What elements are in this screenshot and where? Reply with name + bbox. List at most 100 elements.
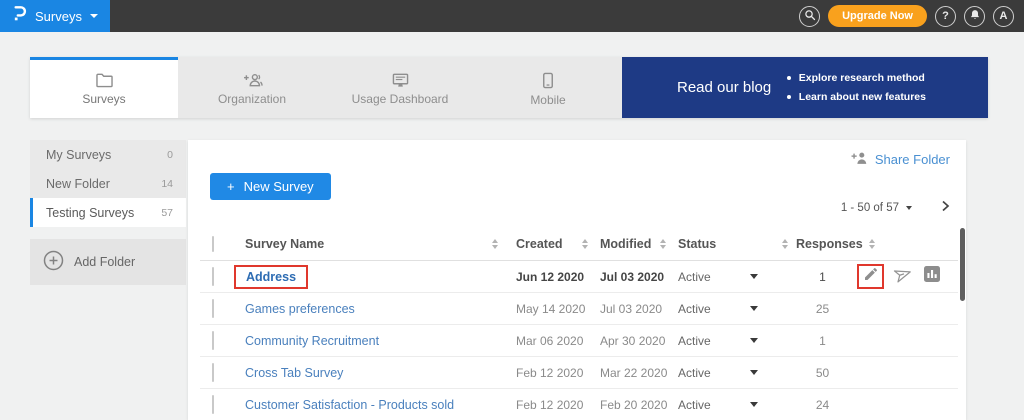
avatar: A: [1000, 10, 1008, 22]
modified-date: Jul 03 2020: [592, 302, 672, 316]
folder-label: My Surveys: [46, 148, 111, 162]
blog-banner[interactable]: Read our blog Explore research method Le…: [622, 57, 988, 118]
share-folder-button[interactable]: Share Folder: [850, 151, 950, 168]
responses-count: 25: [790, 302, 855, 316]
status-dropdown-caret[interactable]: [750, 306, 758, 311]
table-row: Community Recruitment Mar 06 2020 Apr 30…: [200, 325, 958, 357]
logo-p-icon: [12, 4, 27, 28]
created-date: Jun 12 2020: [508, 270, 592, 284]
bullet-dot-icon: [787, 95, 791, 99]
sort-icon: [582, 239, 588, 249]
survey-name-link[interactable]: Address: [246, 270, 296, 284]
new-survey-button[interactable]: + New Survey: [210, 173, 331, 200]
column-header-modified[interactable]: Modified: [592, 237, 672, 251]
sort-icon: [869, 239, 875, 249]
reports-button[interactable]: [924, 269, 940, 285]
row-checkbox[interactable]: [212, 395, 214, 414]
sidebar-item-my-surveys[interactable]: My Surveys 0: [30, 140, 186, 169]
plus-circle-icon: [43, 250, 64, 274]
status-dropdown-caret[interactable]: [750, 338, 758, 343]
banner-bullet-list: Explore research method Learn about new …: [787, 72, 926, 103]
table-row: Customer Satisfaction - Products sold Fe…: [200, 389, 958, 420]
column-header-status[interactable]: Status: [672, 237, 790, 251]
add-folder-label: Add Folder: [74, 255, 135, 269]
survey-name-link[interactable]: Games preferences: [245, 302, 355, 316]
status-dropdown-caret[interactable]: [750, 274, 758, 279]
table-header-row: Survey Name Created Modified Status Resp…: [200, 228, 958, 261]
select-all-checkbox[interactable]: [212, 236, 214, 252]
table-row: Address Jun 12 2020 Jul 03 2020 Active 1: [200, 261, 958, 293]
created-date: May 14 2020: [508, 302, 592, 316]
tab-usage-dashboard[interactable]: Usage Dashboard: [326, 57, 474, 118]
folder-label: Testing Surveys: [46, 206, 134, 220]
created-date: Mar 06 2020: [508, 334, 592, 348]
person-add-icon: [850, 151, 868, 168]
smartphone-icon: [542, 72, 554, 89]
question-mark-icon: ?: [942, 10, 949, 22]
tab-label: Organization: [218, 92, 286, 106]
tab-label: Mobile: [530, 93, 565, 107]
bullet-dot-icon: [787, 76, 791, 80]
folder-count: 14: [161, 178, 173, 190]
search-button[interactable]: [799, 6, 820, 27]
sort-icon: [492, 239, 498, 249]
status-dropdown-caret[interactable]: [750, 370, 758, 375]
survey-name-link[interactable]: Customer Satisfaction - Products sold: [245, 398, 454, 412]
annotation-highlight-box: [857, 264, 884, 289]
column-header-responses[interactable]: Responses: [790, 237, 855, 251]
tab-bar: Surveys Organization Usage Dashboard Mob…: [30, 57, 622, 118]
pagination-dropdown[interactable]: 1 - 50 of 57: [841, 202, 912, 214]
table-row: Games preferences May 14 2020 Jul 03 202…: [200, 293, 958, 325]
new-survey-label: New Survey: [244, 179, 314, 194]
folder-label: New Folder: [46, 177, 110, 191]
sidebar-item-new-folder[interactable]: New Folder 14: [30, 169, 186, 198]
help-button[interactable]: ?: [935, 6, 956, 27]
folder-icon: [95, 72, 114, 88]
status-value: Active: [678, 270, 711, 284]
folder-count: 0: [167, 149, 173, 161]
sidebar-item-testing-surveys[interactable]: Testing Surveys 57: [30, 198, 186, 227]
tab-organization[interactable]: Organization: [178, 57, 326, 118]
row-checkbox[interactable]: [212, 363, 214, 382]
column-label: Status: [678, 237, 716, 251]
share-folder-label: Share Folder: [875, 152, 950, 167]
status-value: Active: [678, 334, 711, 348]
monitor-icon: [391, 72, 410, 88]
upgrade-now-button[interactable]: Upgrade Now: [828, 5, 927, 27]
tab-mobile[interactable]: Mobile: [474, 57, 622, 118]
avatar-button[interactable]: A: [993, 6, 1014, 27]
edit-survey-button[interactable]: [863, 266, 879, 287]
tab-label: Usage Dashboard: [352, 92, 449, 106]
topbar: Surveys Upgrade Now ? A: [0, 0, 1024, 32]
responses-count: 24: [790, 398, 855, 412]
modified-date: Apr 30 2020: [592, 334, 672, 348]
surveys-panel: Share Folder + New Survey 1 - 50 of 57 S…: [188, 140, 966, 420]
status-dropdown-caret[interactable]: [750, 402, 758, 407]
tab-surveys[interactable]: Surveys: [30, 57, 178, 118]
vertical-scrollbar[interactable]: [960, 228, 965, 301]
send-survey-button[interactable]: [895, 266, 913, 287]
next-page-button[interactable]: [938, 199, 952, 218]
row-checkbox[interactable]: [212, 267, 214, 286]
survey-name-link[interactable]: Community Recruitment: [245, 334, 379, 348]
modified-date: Mar 22 2020: [592, 366, 672, 380]
app-switcher-menu[interactable]: Surveys: [0, 0, 110, 32]
row-checkbox[interactable]: [212, 299, 214, 318]
notifications-button[interactable]: [964, 6, 985, 27]
add-folder-button[interactable]: Add Folder: [30, 239, 186, 285]
bell-icon: [969, 9, 981, 24]
responses-count: 50: [790, 366, 855, 380]
column-header-survey-name[interactable]: Survey Name: [238, 237, 508, 251]
row-checkbox[interactable]: [212, 331, 214, 350]
column-label: Created: [516, 237, 563, 251]
pencil-icon: [863, 266, 879, 287]
status-value: Active: [678, 366, 711, 380]
chevron-down-icon: [90, 14, 98, 18]
survey-name-link[interactable]: Cross Tab Survey: [245, 366, 343, 380]
banner-bullet-text: Learn about new features: [799, 91, 926, 103]
column-header-created[interactable]: Created: [508, 237, 592, 251]
table-row: Cross Tab Survey Feb 12 2020 Mar 22 2020…: [200, 357, 958, 389]
banner-title: Read our blog: [677, 79, 771, 96]
chevron-down-icon: [906, 206, 912, 210]
column-label: Responses: [796, 237, 863, 251]
